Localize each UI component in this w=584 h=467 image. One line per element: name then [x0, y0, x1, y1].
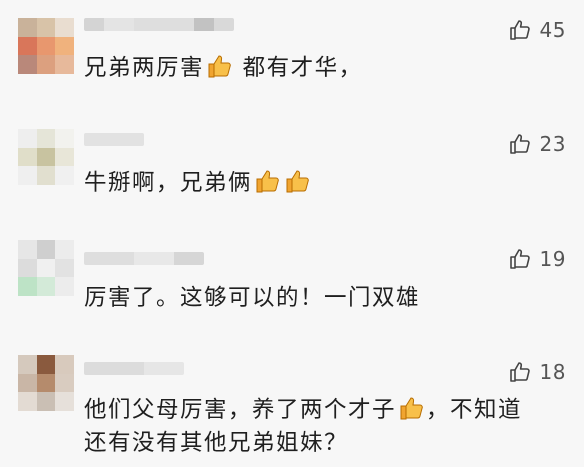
username-blurred[interactable] [84, 252, 204, 265]
like-button[interactable]: 45 [508, 18, 566, 42]
like-count: 23 [539, 132, 566, 156]
comment-text-part: ，不知道 [426, 397, 523, 423]
comment-text-part: 牛掰啊，兄弟俩 [84, 170, 253, 196]
thumbs-up-outline-icon [508, 132, 532, 156]
comment-text-part: 厉害了。这够可以的！一门双雄 [84, 285, 421, 311]
comment-text-part: 他们父母厉害，养了两个才子 [84, 397, 397, 423]
comment-text: 牛掰啊，兄弟俩 [84, 167, 554, 200]
thumbs-up-outline-icon [508, 247, 532, 271]
comment-text: 他们父母厉害，养了两个才子 ，不知道 还有没有其他兄弟姐妹？ [84, 394, 554, 460]
comment-text: 厉害了。这够可以的！一门双雄 [84, 282, 554, 315]
avatar[interactable] [18, 240, 74, 296]
like-button[interactable]: 23 [508, 132, 566, 156]
comment-text-part: 还有没有其他兄弟姐妹？ [84, 430, 349, 456]
like-count: 18 [539, 360, 566, 384]
username-blurred[interactable] [84, 133, 144, 146]
comment-text: 兄弟两厉害 都有才华， [84, 52, 554, 85]
username-blurred[interactable] [84, 18, 234, 31]
thumbs-up-emoji-icon [253, 167, 281, 195]
username-blurred[interactable] [84, 362, 184, 375]
like-count: 45 [539, 18, 566, 42]
thumbs-up-emoji-icon [397, 394, 425, 422]
thumbs-up-emoji-icon [283, 167, 311, 195]
thumbs-up-emoji-icon [205, 52, 233, 80]
comment-text-part: 兄弟两厉害 [84, 55, 205, 81]
thumbs-up-outline-icon [508, 360, 532, 384]
avatar[interactable] [18, 18, 74, 74]
comment-text-part: 都有才华， [242, 55, 363, 81]
like-count: 19 [539, 247, 566, 271]
like-button[interactable]: 18 [508, 360, 566, 384]
thumbs-up-outline-icon [508, 18, 532, 42]
avatar[interactable] [18, 129, 74, 185]
avatar[interactable] [18, 355, 74, 411]
like-button[interactable]: 19 [508, 247, 566, 271]
